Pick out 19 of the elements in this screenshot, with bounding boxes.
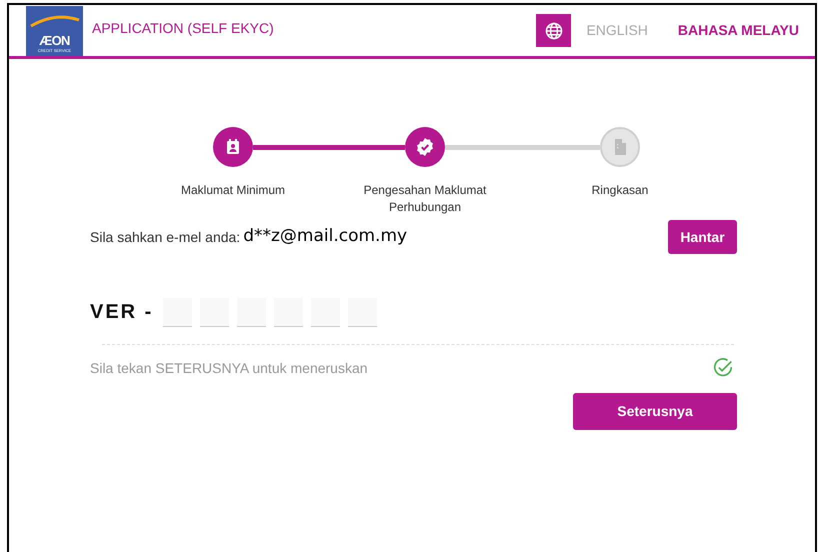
app-title: APPLICATION (SELF EKYC) (92, 19, 274, 38)
step-label: Maklumat Minimum (180, 182, 286, 199)
instruction-text: Sila tekan SETERUSNYA untuk meneruskan (90, 358, 368, 378)
language-option[interactable]: BAHASA MELAYU (678, 20, 799, 41)
code-digit-field[interactable] (348, 298, 378, 326)
next-button[interactable]: Seterusnya (573, 393, 737, 430)
globe-icon (544, 22, 563, 40)
language-button[interactable] (536, 14, 572, 47)
email-address: d**z@mail.com.my (243, 225, 408, 248)
email-prompt: Sila sahkan e-mel anda: (90, 228, 240, 246)
code-digit-field[interactable] (237, 298, 266, 326)
code-digit-field[interactable] (311, 298, 340, 326)
step-label: Pengesahan Maklumat Perhubungan (362, 182, 488, 216)
step-label: Ringkasan (590, 182, 650, 199)
code-digit-field[interactable] (163, 298, 192, 326)
code-digit-field[interactable] (274, 298, 304, 326)
code-prefix: VER - (90, 300, 154, 325)
code-digit-field[interactable] (200, 298, 230, 326)
send-button[interactable]: Hantar (668, 220, 737, 254)
